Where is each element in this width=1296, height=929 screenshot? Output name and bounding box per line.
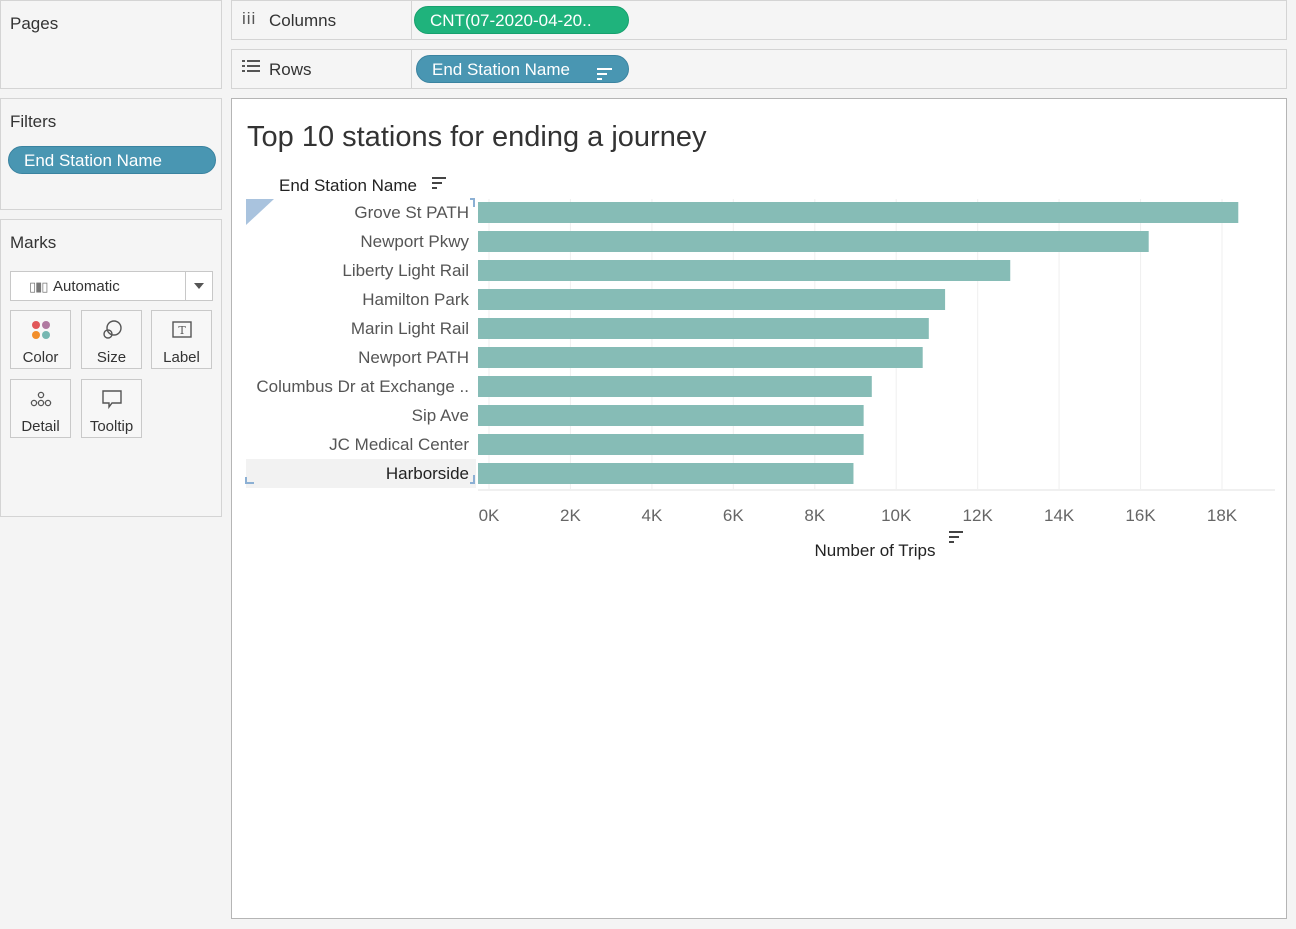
size-button[interactable]: Size: [81, 310, 142, 369]
label-icon: T: [152, 319, 211, 341]
bar[interactable]: [478, 405, 864, 426]
svg-text:T: T: [178, 324, 186, 337]
category-label[interactable]: Newport PATH: [358, 348, 469, 367]
tooltip-icon: [82, 388, 141, 410]
x-tick-label: 8K: [804, 506, 825, 525]
bar[interactable]: [478, 318, 929, 339]
chevron-down-icon[interactable]: [194, 283, 204, 289]
bar[interactable]: [478, 231, 1149, 252]
category-label[interactable]: Columbus Dr at Exchange ..: [256, 377, 469, 396]
rows-pill-label: End Station Name: [432, 60, 570, 79]
pages-card: Pages: [0, 0, 222, 89]
rows-shelf[interactable]: Rows End Station Name: [231, 49, 1287, 89]
selection-corner-marker: [246, 199, 274, 225]
bar[interactable]: [478, 347, 923, 368]
filters-card: Filters End Station Name: [0, 98, 222, 210]
x-tick-label: 6K: [723, 506, 744, 525]
dropdown-divider: [185, 272, 186, 300]
filter-pill-end-station-name[interactable]: End Station Name: [8, 146, 216, 174]
columns-shelf[interactable]: iii Columns CNT(07-2020-04-20..: [231, 0, 1287, 40]
x-axis-sort-icon[interactable]: [949, 531, 963, 543]
columns-label: Columns: [269, 11, 337, 30]
category-label[interactable]: Grove St PATH: [354, 203, 469, 222]
chart-title: Top 10 stations for ending a journey: [247, 121, 707, 153]
rows-icon: [242, 58, 260, 79]
color-icon: [11, 319, 70, 341]
detail-button[interactable]: Detail: [10, 379, 71, 438]
bar[interactable]: [478, 376, 872, 397]
rows-label: Rows: [269, 60, 312, 79]
label-label: Label: [163, 349, 200, 366]
marks-title: Marks: [10, 233, 57, 252]
size-icon: [82, 319, 141, 341]
mark-type-value: Automatic: [53, 278, 120, 295]
x-tick-label: 0K: [479, 506, 500, 525]
x-tick-label: 18K: [1207, 506, 1238, 525]
x-tick-label: 12K: [963, 506, 994, 525]
size-label: Size: [96, 349, 127, 366]
chart-view: Top 10 stations for ending a journey End …: [231, 98, 1287, 919]
rows-pill[interactable]: End Station Name: [416, 55, 629, 83]
bar[interactable]: [478, 260, 1011, 281]
row-header-label: End Station Name: [279, 176, 417, 195]
shelf-divider: [411, 50, 412, 88]
category-label[interactable]: Marin Light Rail: [351, 319, 469, 338]
bar-chart: Top 10 stations for ending a journey End …: [245, 121, 1275, 560]
columns-icon: iii: [242, 9, 257, 28]
detail-label: Detail: [21, 418, 60, 435]
category-label[interactable]: Harborside: [386, 464, 469, 483]
sort-descending-icon[interactable]: [597, 62, 613, 82]
mark-type-dropdown[interactable]: ▯▮▯ Automatic: [10, 271, 213, 301]
filters-title: Filters: [10, 112, 57, 131]
tooltip-label: Tooltip: [89, 418, 134, 435]
color-label: Color: [22, 349, 59, 366]
bar[interactable]: [478, 463, 854, 484]
x-tick-label: 16K: [1125, 506, 1156, 525]
x-tick-label: 2K: [560, 506, 581, 525]
marks-card: Marks ▯▮▯ Automatic Color Size T Label D…: [0, 219, 222, 517]
category-label[interactable]: Liberty Light Rail: [342, 261, 469, 280]
pages-title: Pages: [10, 14, 59, 33]
bar[interactable]: [478, 434, 864, 455]
tooltip-button[interactable]: Tooltip: [81, 379, 142, 438]
columns-pill[interactable]: CNT(07-2020-04-20..: [414, 6, 629, 34]
x-axis-title: Number of Trips: [815, 541, 936, 560]
bar[interactable]: [478, 202, 1239, 223]
detail-icon: [11, 388, 70, 410]
x-tick-label: 10K: [881, 506, 912, 525]
label-button[interactable]: T Label: [151, 310, 212, 369]
category-label[interactable]: JC Medical Center: [329, 435, 469, 454]
category-label[interactable]: Sip Ave: [412, 406, 469, 425]
category-label[interactable]: Newport Pkwy: [360, 232, 469, 251]
bar[interactable]: [478, 289, 946, 310]
x-tick-label: 4K: [641, 506, 662, 525]
x-tick-label: 14K: [1044, 506, 1075, 525]
shelf-divider: [411, 1, 412, 39]
bar-chart-icon: ▯▮▯: [29, 279, 48, 294]
color-button[interactable]: Color: [10, 310, 71, 369]
category-label[interactable]: Hamilton Park: [362, 290, 469, 309]
row-header-sort-icon[interactable]: [432, 177, 446, 189]
